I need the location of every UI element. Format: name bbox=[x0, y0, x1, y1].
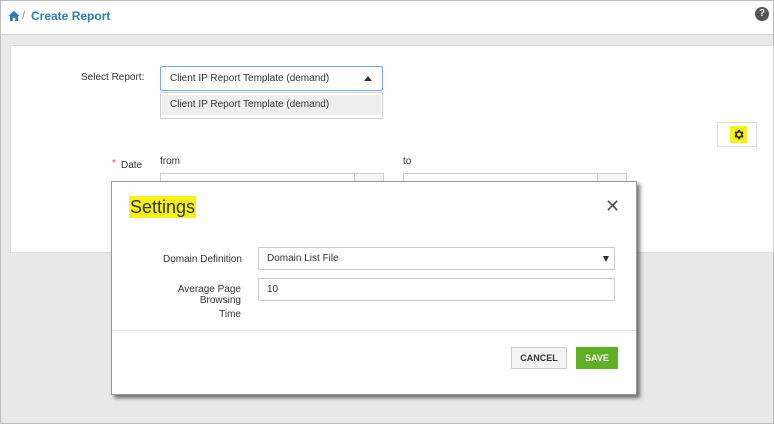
from-label: from bbox=[160, 156, 180, 167]
save-button[interactable]: SAVE bbox=[576, 347, 618, 369]
domain-definition-select[interactable]: Domain List File bbox=[258, 247, 615, 270]
settings-modal: Settings ✕ Domain Definition Domain List… bbox=[111, 181, 637, 395]
avg-page-browsing-label-line1: Average Page Browsing bbox=[177, 284, 241, 306]
top-bar: / Create Report ? bbox=[1, 1, 773, 35]
avg-page-browsing-value: 10 bbox=[267, 284, 279, 295]
domain-definition-value: Domain List File bbox=[267, 253, 339, 264]
select-report-options: Client IP Report Template (demand) bbox=[160, 92, 383, 119]
to-label: to bbox=[403, 156, 412, 167]
select-report-dropdown[interactable]: Client IP Report Template (demand) bbox=[160, 66, 383, 91]
date-label: Date bbox=[121, 160, 143, 171]
help-icon[interactable]: ? bbox=[755, 7, 769, 21]
select-report-label: Select Report: bbox=[81, 72, 145, 83]
dropdown-option-label: Client IP Report Template (demand) bbox=[170, 99, 330, 110]
app-frame: / Create Report ? Select Report: Client … bbox=[0, 0, 774, 424]
settings-button[interactable] bbox=[717, 122, 757, 147]
home-icon[interactable] bbox=[8, 10, 20, 22]
cancel-button[interactable]: CANCEL bbox=[511, 347, 567, 369]
close-icon[interactable]: ✕ bbox=[605, 197, 620, 215]
caret-down-icon bbox=[603, 256, 609, 262]
domain-definition-label: Domain Definition bbox=[163, 254, 242, 265]
dropdown-option[interactable]: Client IP Report Template (demand) bbox=[162, 95, 381, 115]
avg-page-browsing-label-line2: Time bbox=[219, 309, 241, 320]
gear-highlight bbox=[730, 126, 747, 143]
select-report-value: Client IP Report Template (demand) bbox=[170, 73, 330, 84]
breadcrumb-separator: / bbox=[22, 10, 26, 22]
modal-title: Settings bbox=[129, 196, 197, 218]
caret-up-icon bbox=[364, 76, 372, 81]
avg-page-browsing-input[interactable]: 10 bbox=[258, 278, 615, 301]
page-title: Create Report bbox=[31, 9, 111, 23]
avg-page-browsing-label: Average Page Browsing Time bbox=[138, 284, 241, 320]
modal-footer-divider bbox=[112, 330, 636, 331]
required-mark: * bbox=[112, 158, 116, 169]
gear-icon bbox=[734, 129, 744, 140]
